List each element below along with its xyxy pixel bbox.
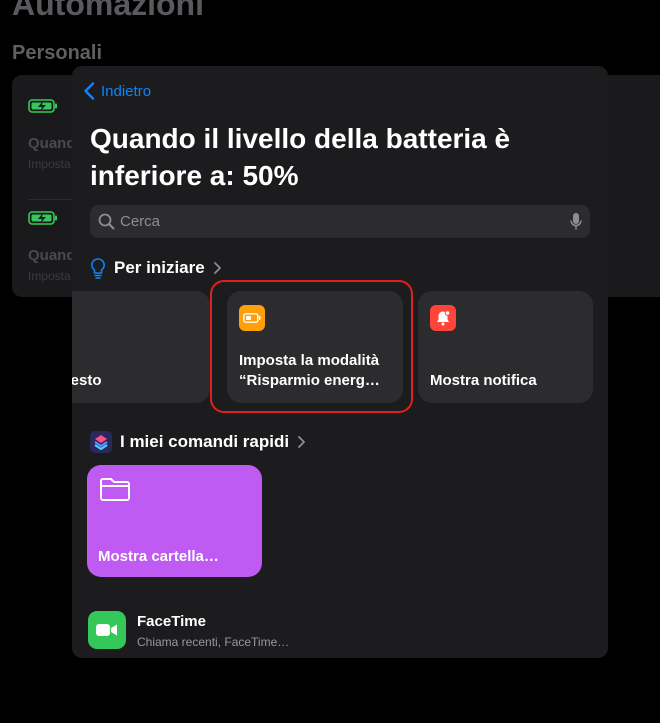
- selection-highlight: [210, 280, 413, 413]
- shortcut-tile-show-folder[interactable]: Mostra cartella…: [87, 465, 262, 577]
- app-subtitle: Chiama recenti, FaceTime…: [137, 635, 290, 649]
- section-title: I miei comandi rapidi: [120, 432, 290, 451]
- back-button[interactable]: Indietro: [83, 82, 151, 100]
- lightbulb-icon: [91, 258, 105, 279]
- folder-icon: [100, 478, 130, 501]
- suggestion-label: Mostra notifica: [430, 372, 537, 389]
- bell-icon: [430, 305, 456, 331]
- chevron-left-icon: [84, 82, 95, 100]
- suggestion-label: ıgi testo: [72, 372, 102, 389]
- suggestion-tile-show-notification[interactable]: Mostra notifica: [418, 291, 593, 403]
- automation-subtitle: Imposta: [28, 269, 71, 283]
- shortcuts-app-icon: [90, 431, 112, 453]
- automation-subtitle: Imposta: [28, 157, 71, 171]
- microphone-icon[interactable]: [570, 212, 582, 231]
- search-icon: [98, 213, 115, 230]
- battery-charging-icon: [28, 211, 57, 225]
- sheet-title: Quando il livello della batteria è infer…: [90, 123, 511, 191]
- battery-charging-icon: [28, 99, 57, 113]
- action-picker-sheet: Indietro Quando il livello della batteri…: [72, 66, 608, 658]
- back-label: Indietro: [101, 82, 152, 100]
- get-started-header[interactable]: Per iniziare: [90, 257, 222, 279]
- facetime-icon: [88, 611, 126, 649]
- app-name: FaceTime: [137, 613, 206, 630]
- my-shortcuts-header[interactable]: I miei comandi rapidi: [90, 431, 306, 453]
- chevron-right-icon: [298, 436, 306, 448]
- search-field[interactable]: Cerca: [90, 205, 590, 238]
- page-title: Automazioni: [12, 0, 204, 22]
- app-row-facetime[interactable]: FaceTime Chiama recenti, FaceTime…: [88, 611, 588, 651]
- shortcut-label: Mostra cartella…: [98, 548, 219, 565]
- section-header-personal: Personali: [12, 42, 103, 64]
- chevron-right-icon: [213, 262, 221, 274]
- section-title: Per iniziare: [114, 258, 205, 277]
- suggestion-tile[interactable]: ıgi testo: [72, 291, 210, 403]
- search-input[interactable]: Cerca: [120, 213, 160, 230]
- automation-title: Quand: [28, 247, 76, 264]
